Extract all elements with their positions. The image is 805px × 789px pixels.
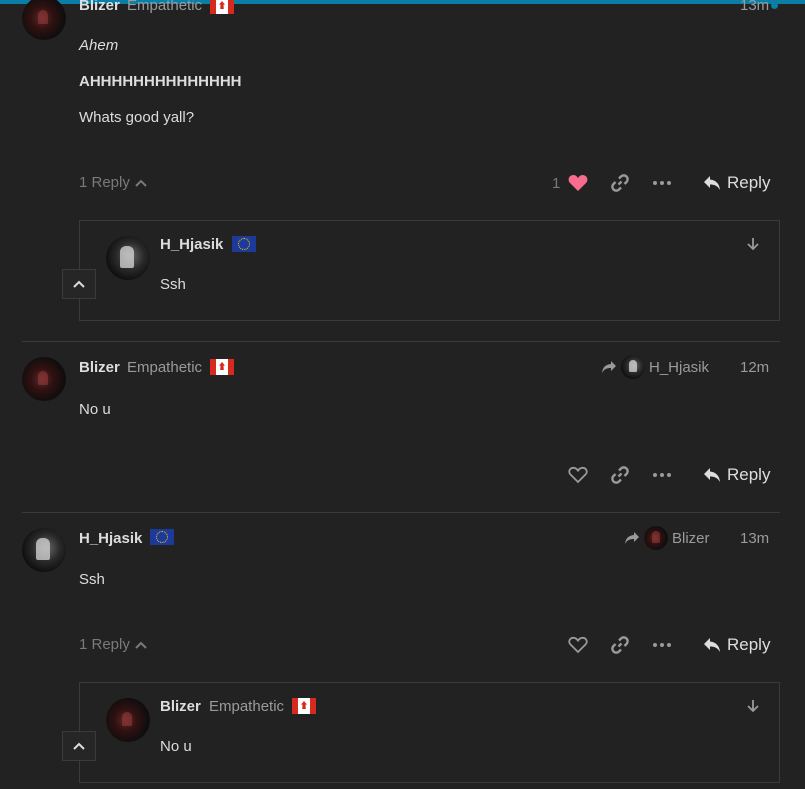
share-arrow-icon <box>601 360 617 374</box>
canada-flag-icon <box>210 0 234 14</box>
avatar[interactable] <box>106 698 150 742</box>
reply-button[interactable]: Reply <box>703 173 770 193</box>
post-text-line: Ahem <box>79 37 119 54</box>
user-title: Empathetic <box>127 0 203 14</box>
link-icon[interactable] <box>608 171 632 195</box>
post-text-line: Whats good yall? <box>79 109 195 126</box>
reply-button[interactable]: Reply <box>703 635 770 655</box>
post-time[interactable]: 12m <box>740 359 769 376</box>
post-text: No u <box>79 401 111 418</box>
reply-label: Reply <box>727 465 771 484</box>
reply-to-link[interactable]: Blizer <box>624 526 710 550</box>
like-count: 1 <box>552 175 561 192</box>
arrow-down-icon[interactable] <box>741 694 765 718</box>
top-progress-bar <box>0 0 805 4</box>
username[interactable]: H_Hjasik <box>160 236 223 253</box>
reply-button[interactable]: Reply <box>703 465 770 485</box>
chevron-up-icon <box>73 280 85 288</box>
replies-count-label: 1 Reply <box>79 174 130 191</box>
arrow-down-icon[interactable] <box>741 232 765 256</box>
reply-arrow-icon <box>703 175 721 191</box>
heart-outline-icon[interactable] <box>566 633 590 657</box>
avatar[interactable] <box>106 236 150 280</box>
reply-label: Reply <box>727 173 771 192</box>
post-divider <box>22 341 780 342</box>
avatar[interactable] <box>22 357 66 401</box>
avatar[interactable] <box>22 0 66 40</box>
embedded-text: No u <box>160 738 192 755</box>
user-title: Empathetic <box>209 698 285 715</box>
canada-flag-icon <box>210 359 234 375</box>
chevron-up-icon <box>73 742 85 750</box>
reply-to-username: H_Hjasik <box>649 358 710 376</box>
reply-to-avatar <box>644 526 668 550</box>
post-time[interactable]: 13m <box>740 0 769 14</box>
link-icon[interactable] <box>608 463 632 487</box>
more-options-icon[interactable] <box>650 171 674 195</box>
more-options-icon[interactable] <box>650 463 674 487</box>
more-options-icon[interactable] <box>650 633 674 657</box>
username[interactable]: Blizer <box>79 359 120 376</box>
heart-icon[interactable] <box>566 171 590 195</box>
user-title: Empathetic <box>127 359 203 376</box>
new-indicator-dot <box>771 2 778 9</box>
post-text: Ssh <box>79 571 105 588</box>
heart-outline-icon[interactable] <box>566 463 590 487</box>
canada-flag-icon <box>292 698 316 714</box>
chevron-up-icon <box>135 641 147 649</box>
reply-to-avatar <box>621 355 645 379</box>
reply-label: Reply <box>727 635 771 654</box>
show-replies-button[interactable]: 1 Reply <box>79 174 147 191</box>
username[interactable]: H_Hjasik <box>79 530 142 547</box>
post-divider <box>22 512 780 513</box>
post-text-line: AHHHHHHHHHHHHHH <box>79 73 242 90</box>
reply-to-link[interactable]: H_Hjasik <box>601 355 709 379</box>
embedded-text: Ssh <box>160 276 186 293</box>
link-icon[interactable] <box>608 633 632 657</box>
avatar[interactable] <box>22 528 66 572</box>
username[interactable]: Blizer <box>160 698 201 715</box>
show-replies-button[interactable]: 1 Reply <box>79 636 147 653</box>
replies-count-label: 1 Reply <box>79 636 130 653</box>
chevron-up-icon <box>135 179 147 187</box>
username[interactable]: Blizer <box>79 0 120 14</box>
eu-flag-icon <box>232 236 256 252</box>
collapse-embedded-button[interactable] <box>62 269 96 299</box>
reply-arrow-icon <box>703 637 721 653</box>
collapse-embedded-button[interactable] <box>62 731 96 761</box>
eu-flag-icon <box>150 529 174 545</box>
reply-to-username: Blizer <box>672 529 710 547</box>
share-arrow-icon <box>624 531 640 545</box>
post-time[interactable]: 13m <box>740 530 769 547</box>
reply-arrow-icon <box>703 467 721 483</box>
